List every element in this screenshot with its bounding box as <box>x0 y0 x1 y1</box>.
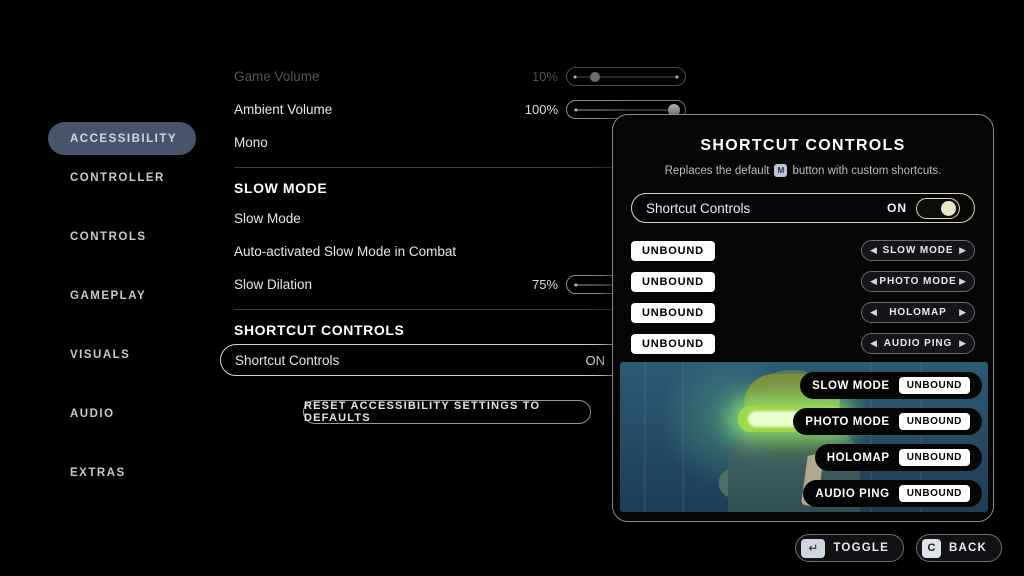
action-name: AUDIO PING <box>877 338 959 349</box>
sidebar-item-controller[interactable]: CONTROLLER <box>48 161 196 194</box>
sidebar-item-gameplay[interactable]: GAMEPLAY <box>48 279 196 312</box>
overlay-row: PHOTO MODE UNBOUND <box>796 408 982 435</box>
back-button[interactable]: C BACK <box>916 534 1002 562</box>
toggle-button-label: TOGGLE <box>833 542 889 554</box>
setting-value: 75% <box>532 277 558 292</box>
sidebar-item-controls[interactable]: CONTROLS <box>48 220 196 253</box>
toggle-knob <box>941 201 956 216</box>
slider-end-dot <box>676 75 679 78</box>
action-name: HOLOMAP <box>877 307 959 318</box>
dialog-shortcut-controls-toggle-row[interactable]: Shortcut Controls ON <box>631 193 975 223</box>
action-selector-holomap[interactable]: ◀ HOLOMAP ▶ <box>861 302 975 323</box>
overlay-pill-slow-mode: SLOW MODE UNBOUND <box>800 372 982 399</box>
binding-key-chip[interactable]: UNBOUND <box>631 303 715 323</box>
settings-sidebar: ACCESSIBILITY CONTROLLER CONTROLS GAMEPL… <box>48 122 196 515</box>
overlay-action-name: SLOW MODE <box>812 380 890 392</box>
subtitle-text-after: button with custom shortcuts. <box>792 165 941 177</box>
shortcut-preview-image: SLOW MODE UNBOUND PHOTO MODE UNBOUND HOL… <box>620 362 988 512</box>
chevron-right-icon[interactable]: ▶ <box>959 339 966 348</box>
sidebar-item-label: CONTROLLER <box>70 172 165 184</box>
dialog-toggle-switch[interactable] <box>916 198 960 219</box>
preview-shortcut-overlay: SLOW MODE UNBOUND PHOTO MODE UNBOUND HOL… <box>796 372 982 512</box>
binding-row[interactable]: UNBOUND ◀ HOLOMAP ▶ <box>631 297 975 328</box>
sidebar-item-extras[interactable]: EXTRAS <box>48 456 196 489</box>
sidebar-item-label: CONTROLS <box>70 231 147 243</box>
binding-row[interactable]: UNBOUND ◀ AUDIO PING ▶ <box>631 328 975 359</box>
game-volume-slider[interactable] <box>566 67 686 86</box>
sidebar-item-label: GAMEPLAY <box>70 290 146 302</box>
overlay-action-name: HOLOMAP <box>827 452 890 464</box>
sidebar-item-accessibility[interactable]: ACCESSIBILITY <box>48 122 196 155</box>
sidebar-item-label: VISUALS <box>70 349 130 361</box>
action-name: PHOTO MODE <box>877 276 959 287</box>
setting-label: Auto-activated Slow Mode in Combat <box>234 244 652 259</box>
chevron-left-icon[interactable]: ◀ <box>870 339 877 348</box>
subtitle-text-before: Replaces the default <box>665 165 770 177</box>
chevron-right-icon[interactable]: ▶ <box>959 277 966 286</box>
dialog-title: SHORTCUT CONTROLS <box>613 137 993 155</box>
sidebar-item-audio[interactable]: AUDIO <box>48 397 196 430</box>
keyboard-key-icon: M <box>774 164 787 177</box>
chevron-left-icon[interactable]: ◀ <box>870 308 877 317</box>
slider-track <box>574 109 678 110</box>
footer-actions: ↵ TOGGLE C BACK <box>795 534 1002 562</box>
overlay-pill-photo-mode: PHOTO MODE UNBOUND <box>793 408 982 435</box>
setting-label: Ambient Volume <box>234 102 525 117</box>
dialog-toggle-state: ON <box>887 201 907 215</box>
overlay-binding-chip: UNBOUND <box>899 413 970 430</box>
overlay-row: AUDIO PING UNBOUND <box>796 480 982 507</box>
slider-knob[interactable] <box>590 72 600 82</box>
reset-button-label: RESET ACCESSIBILITY SETTINGS TO DEFAULTS <box>304 400 590 424</box>
sidebar-item-label: ACCESSIBILITY <box>70 133 177 145</box>
reset-accessibility-settings-button[interactable]: RESET ACCESSIBILITY SETTINGS TO DEFAULTS <box>303 400 591 424</box>
binding-key-chip[interactable]: UNBOUND <box>631 241 715 261</box>
overlay-action-name: PHOTO MODE <box>805 416 889 428</box>
setting-label: Shortcut Controls <box>235 353 586 368</box>
sidebar-item-label: AUDIO <box>70 408 115 420</box>
setting-value: 100% <box>525 102 558 117</box>
overlay-binding-chip: UNBOUND <box>899 485 970 502</box>
shortcut-bindings-list: UNBOUND ◀ SLOW MODE ▶ UNBOUND ◀ PHOTO MO… <box>631 235 975 359</box>
setting-value: 10% <box>532 69 558 84</box>
slider-start-dot <box>575 108 578 111</box>
action-selector-photo-mode[interactable]: ◀ PHOTO MODE ▶ <box>861 271 975 292</box>
setting-state: ON <box>586 353 606 368</box>
setting-label: Slow Dilation <box>234 277 532 292</box>
setting-label: Game Volume <box>234 69 532 84</box>
overlay-row: SLOW MODE UNBOUND <box>796 372 982 399</box>
sidebar-item-visuals[interactable]: VISUALS <box>48 338 196 371</box>
action-selector-audio-ping[interactable]: ◀ AUDIO PING ▶ <box>861 333 975 354</box>
chevron-right-icon[interactable]: ▶ <box>959 308 966 317</box>
binding-key-chip[interactable]: UNBOUND <box>631 334 715 354</box>
slider-start-dot <box>574 75 577 78</box>
overlay-pill-holomap: HOLOMAP UNBOUND <box>815 444 982 471</box>
c-key-icon: C <box>922 539 941 558</box>
binding-row[interactable]: UNBOUND ◀ SLOW MODE ▶ <box>631 235 975 266</box>
action-name: SLOW MODE <box>877 245 959 256</box>
setting-label: Slow Mode <box>234 211 652 226</box>
slider-start-dot <box>575 283 578 286</box>
overlay-binding-chip: UNBOUND <box>899 449 970 466</box>
binding-key-chip[interactable]: UNBOUND <box>631 272 715 292</box>
binding-row[interactable]: UNBOUND ◀ PHOTO MODE ▶ <box>631 266 975 297</box>
overlay-row: HOLOMAP UNBOUND <box>796 444 982 471</box>
toggle-button[interactable]: ↵ TOGGLE <box>795 534 904 562</box>
dialog-toggle-label: Shortcut Controls <box>646 201 887 216</box>
overlay-binding-chip: UNBOUND <box>899 377 970 394</box>
sidebar-item-label: EXTRAS <box>70 467 126 479</box>
setting-row-game-volume[interactable]: Game Volume 10% <box>234 60 686 93</box>
chevron-left-icon[interactable]: ◀ <box>870 277 877 286</box>
action-selector-slow-mode[interactable]: ◀ SLOW MODE ▶ <box>861 240 975 261</box>
back-button-label: BACK <box>949 542 987 554</box>
chevron-left-icon[interactable]: ◀ <box>870 246 877 255</box>
overlay-pill-audio-ping: AUDIO PING UNBOUND <box>803 480 982 507</box>
chevron-right-icon[interactable]: ▶ <box>959 246 966 255</box>
enter-key-icon: ↵ <box>801 539 825 558</box>
overlay-action-name: AUDIO PING <box>815 488 889 500</box>
setting-label: Mono <box>234 135 652 150</box>
dialog-subtitle: Replaces the default M button with custo… <box>613 164 993 177</box>
